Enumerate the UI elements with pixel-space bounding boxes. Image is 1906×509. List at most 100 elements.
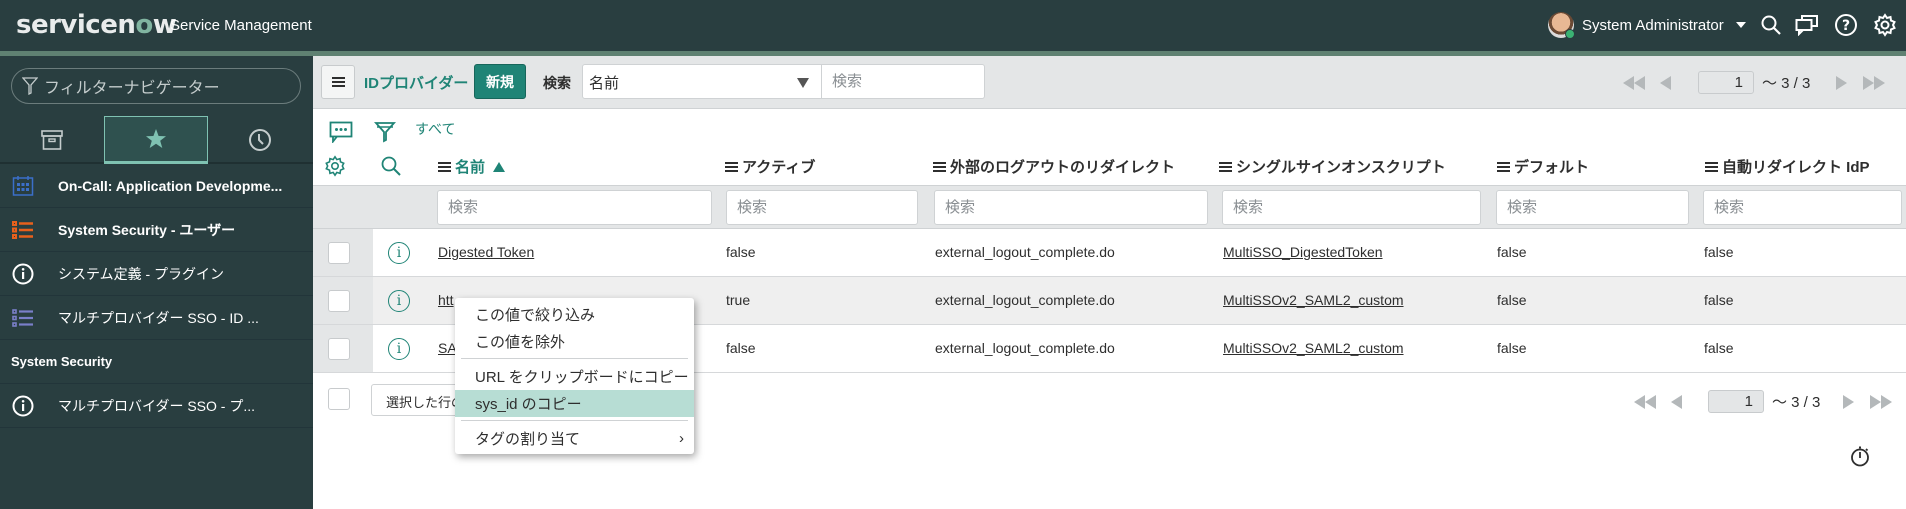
search-icon[interactable]	[1758, 12, 1784, 38]
gear-icon[interactable]	[1872, 12, 1898, 38]
column-menu-icon[interactable]	[1497, 161, 1510, 172]
tab-all-applications[interactable]	[0, 116, 104, 164]
list-search-input[interactable]	[822, 64, 985, 99]
list-title[interactable]: IDプロバイダー	[364, 72, 468, 93]
search-field-select[interactable]: 名前	[582, 64, 822, 99]
filter-navigator-input[interactable]: フィルターナビゲーター	[11, 68, 301, 104]
column-search-auto-redirect[interactable]	[1703, 190, 1902, 225]
favorite-item-system-definition-plugins[interactable]: システム定義 - プラグイン	[0, 252, 313, 296]
page-number-input[interactable]	[1708, 390, 1764, 413]
cell-active: false	[726, 340, 756, 356]
cell-auto-redirect: false	[1704, 340, 1734, 356]
cell-name[interactable]: Digested Token	[438, 244, 534, 260]
list-header-bar: IDプロバイダー 新規 検索 名前 〜 3 / 3	[313, 56, 1906, 109]
help-icon[interactable]: ?	[1833, 12, 1859, 38]
cell-name[interactable]: htt	[438, 292, 454, 308]
record-range: 〜 3 / 3	[1762, 75, 1811, 92]
column-menu-icon[interactable]	[933, 161, 946, 172]
column-menu-icon[interactable]	[1705, 161, 1718, 172]
cell-logout-redirect: external_logout_complete.do	[935, 292, 1115, 308]
info-icon[interactable]: i	[388, 290, 410, 312]
calendar-icon	[12, 175, 34, 197]
row-checkbox[interactable]	[328, 338, 350, 360]
column-header-active[interactable]: アクティブ	[725, 156, 815, 177]
column-header-sso-script[interactable]: シングルサインオンスクリプト	[1219, 156, 1446, 177]
row-checkbox[interactable]	[328, 290, 350, 312]
hamburger-icon	[331, 77, 345, 87]
filter-navigator-placeholder: フィルターナビゲーター	[44, 80, 220, 97]
column-menu-icon[interactable]	[438, 161, 451, 172]
menu-item-assign-tag[interactable]: タグの割り当て ›	[455, 425, 694, 452]
column-search-name[interactable]	[437, 190, 712, 225]
tab-history[interactable]	[208, 116, 312, 164]
column-menu-icon[interactable]	[725, 161, 738, 172]
application-navigator: フィルターナビゲーター On-Call: Application Develop…	[0, 56, 313, 509]
filter-icon	[22, 77, 38, 95]
list-settings-gear-icon[interactable]	[323, 154, 347, 178]
row-checkbox[interactable]	[328, 242, 350, 264]
favorite-item-system-security-users[interactable]: System Security - ユーザー	[0, 208, 313, 252]
stopwatch-icon[interactable]	[1849, 445, 1871, 467]
column-search-active[interactable]	[726, 190, 918, 225]
chevron-down-icon	[1735, 22, 1746, 28]
first-page-button[interactable]	[1634, 394, 1656, 409]
menu-item-copy-url[interactable]: URL をクリップボードにコピー	[455, 363, 694, 390]
user-menu[interactable]: System Administrator	[1548, 12, 1746, 39]
new-button[interactable]: 新規	[474, 64, 526, 99]
favorite-item-label: マルチプロバイダー SSO - プ...	[58, 397, 256, 414]
last-page-button[interactable]	[1870, 394, 1893, 409]
navigator-tabs	[0, 116, 313, 164]
list-icon	[12, 307, 34, 329]
favorite-item-label: On-Call: Application Developme...	[58, 177, 283, 194]
cell-name[interactable]: SA	[438, 340, 457, 356]
sort-ascending-icon	[493, 161, 506, 172]
top-pagination: 〜 3 / 3	[1623, 71, 1886, 94]
column-menu-icon[interactable]	[1219, 161, 1232, 172]
list-context-menu-button[interactable]	[321, 65, 355, 99]
next-page-button[interactable]	[1843, 394, 1855, 409]
column-search-toggle-icon[interactable]	[379, 154, 403, 178]
column-search-sso-script[interactable]	[1222, 190, 1481, 225]
activity-stream-icon[interactable]	[329, 120, 353, 144]
info-icon[interactable]: i	[388, 242, 410, 264]
page-number-input[interactable]	[1698, 71, 1754, 94]
menu-item-filter-by-value[interactable]: この値で絞り込み	[455, 301, 694, 328]
favorite-item-on-call[interactable]: On-Call: Application Developme...	[0, 164, 313, 208]
dropdown-arrow-icon	[797, 78, 809, 88]
menu-item-copy-sys-id[interactable]: sys_id のコピー	[455, 390, 694, 417]
breadcrumb-all[interactable]: すべて	[415, 119, 455, 139]
column-search-row	[313, 185, 1906, 229]
cell-auto-redirect: false	[1704, 244, 1734, 260]
chat-icon[interactable]	[1794, 12, 1820, 38]
bottom-pagination: 〜 3 / 3	[1634, 390, 1893, 413]
last-page-button[interactable]	[1863, 75, 1886, 90]
column-search-logout-redirect[interactable]	[934, 190, 1208, 225]
menu-separator	[461, 420, 688, 421]
column-header-auto-redirect-idp[interactable]: 自動リダイレクト IdP	[1705, 156, 1870, 177]
cell-default: false	[1497, 340, 1527, 356]
previous-page-button[interactable]	[1671, 394, 1682, 409]
favorite-item-multi-provider-sso-id[interactable]: マルチプロバイダー SSO - ID ...	[0, 296, 313, 340]
favorite-item-label: マルチプロバイダー SSO - ID ...	[58, 309, 259, 326]
previous-page-button[interactable]	[1660, 75, 1671, 90]
favorite-section-system-security[interactable]: System Security	[0, 340, 313, 384]
chevron-right-icon: ›	[679, 430, 684, 447]
first-page-button[interactable]	[1623, 75, 1645, 90]
column-search-default[interactable]	[1496, 190, 1689, 225]
next-page-button[interactable]	[1836, 75, 1848, 90]
menu-item-exclude-value[interactable]: この値を除外	[455, 328, 694, 355]
column-header-default[interactable]: デフォルト	[1497, 156, 1589, 177]
cell-active: false	[726, 244, 756, 260]
select-all-checkbox[interactable]	[328, 388, 350, 410]
filter-icon[interactable]	[373, 120, 397, 144]
info-icon[interactable]: i	[388, 338, 410, 360]
archive-icon	[41, 130, 63, 150]
cell-sso-script[interactable]: MultiSSOv2_SAML2_custom	[1223, 292, 1404, 308]
cell-sso-script[interactable]: MultiSSO_DigestedToken	[1223, 244, 1383, 260]
column-header-logout-redirect[interactable]: 外部のログアウトのリダイレクト	[933, 156, 1175, 177]
tab-favorites[interactable]	[104, 116, 208, 164]
favorite-item-multi-provider-sso-properties[interactable]: マルチプロバイダー SSO - プ...	[0, 384, 313, 428]
servicenow-logo[interactable]: servicenow	[16, 10, 177, 40]
cell-sso-script[interactable]: MultiSSOv2_SAML2_custom	[1223, 340, 1404, 356]
column-header-name[interactable]: 名前	[438, 156, 506, 177]
